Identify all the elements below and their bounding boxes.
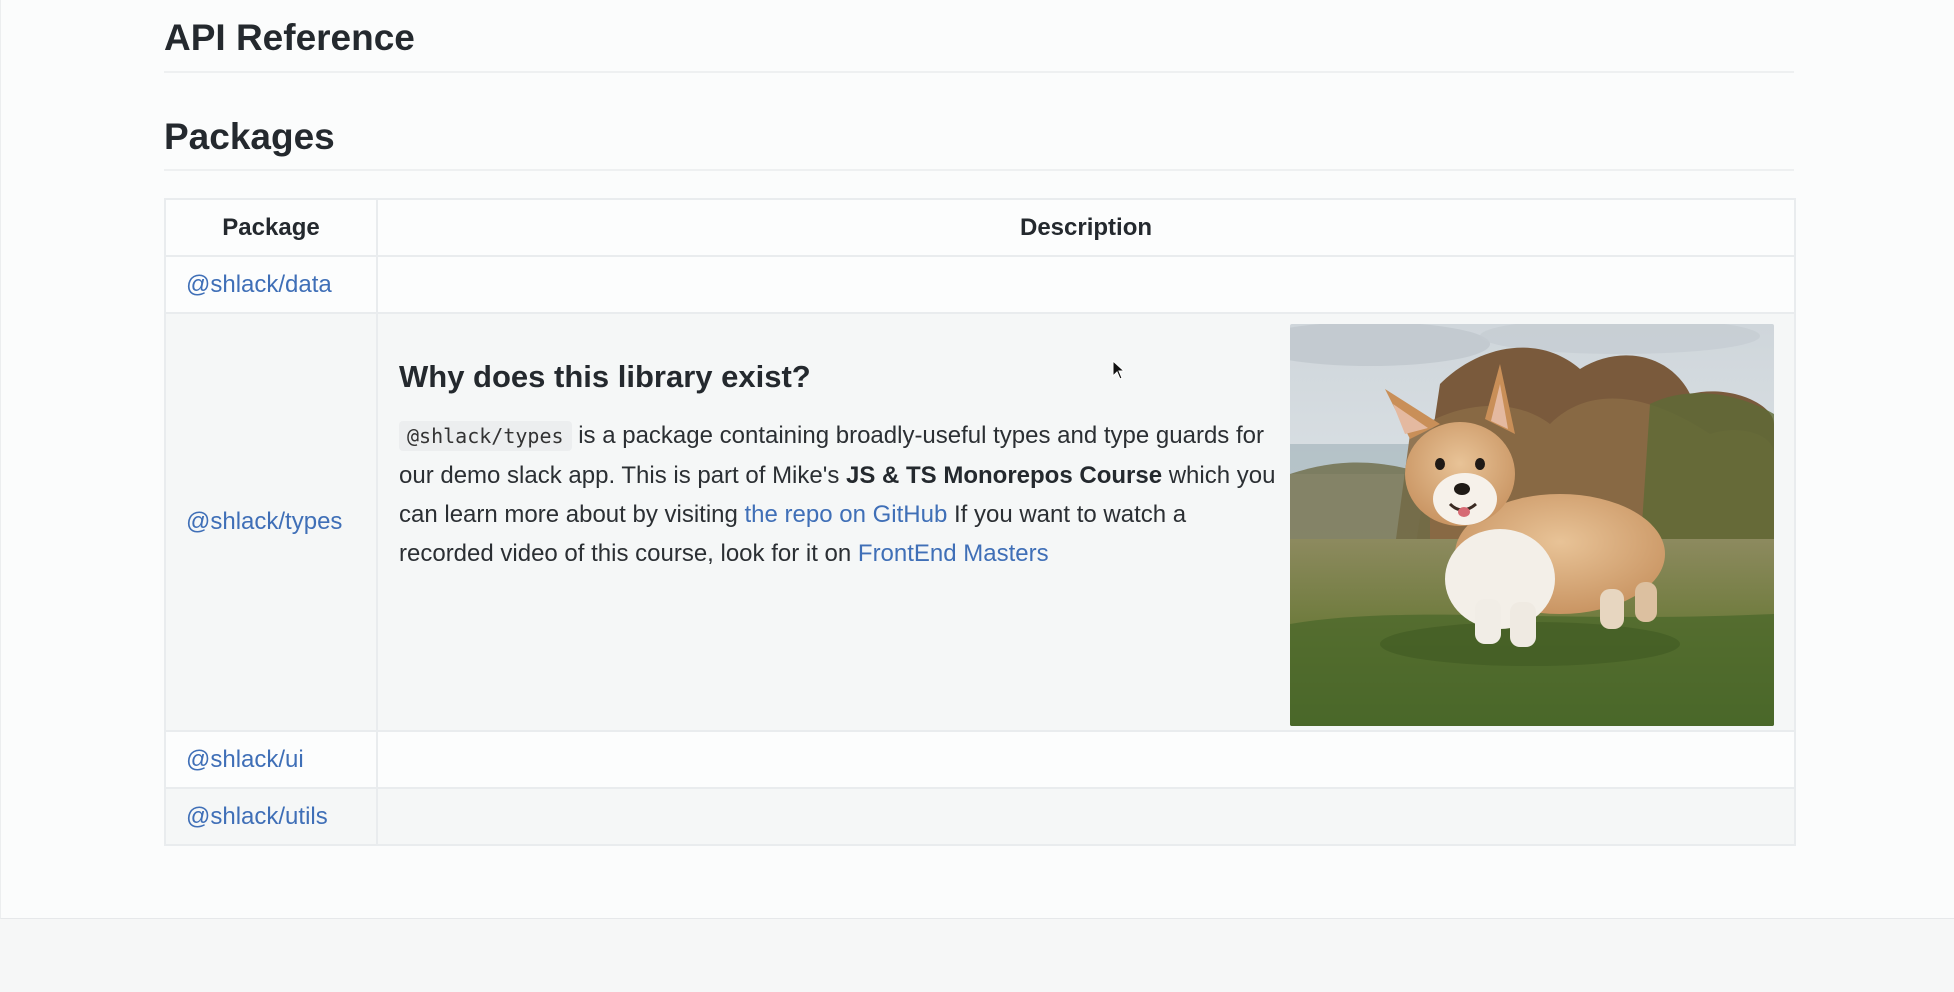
mouse-pointer-icon [1112, 360, 1126, 380]
packages-heading: Packages [164, 116, 335, 157]
description-cell: Why does this library exist? @shlack/typ… [376, 312, 1796, 732]
description-column-header: Description [376, 198, 1796, 257]
package-code: @shlack/types [399, 421, 572, 452]
description-cell [376, 255, 1796, 314]
package-link-data[interactable]: @shlack/data [186, 271, 332, 298]
heading-divider [164, 71, 1794, 73]
packages-table: Package Description @shlack/data @shlack… [164, 198, 1796, 846]
package-column-header: Package [164, 198, 378, 257]
table-header-row: Package Description [164, 198, 1796, 257]
package-cell: @shlack/utils [164, 787, 378, 846]
package-link-ui[interactable]: @shlack/ui [186, 746, 304, 773]
course-name: JS & TS Monorepos Course [846, 462, 1163, 490]
table-row: @shlack/types Why does this library exis… [164, 312, 1796, 732]
api-reference-heading: API Reference [164, 17, 415, 58]
description-paragraph: @shlack/types is a package containing br… [399, 416, 1279, 573]
corgi-image [1290, 324, 1774, 726]
types-description: Why does this library exist? @shlack/typ… [399, 359, 1279, 573]
corgi-photo [1290, 324, 1774, 726]
package-link-types[interactable]: @shlack/types [186, 508, 342, 535]
package-cell: @shlack/types [164, 312, 378, 732]
description-cell [376, 787, 1796, 846]
table-row: @shlack/data [164, 255, 1796, 314]
package-link-utils[interactable]: @shlack/utils [186, 803, 328, 830]
frontend-masters-link[interactable]: FrontEnd Masters [858, 540, 1049, 567]
table-row: @shlack/ui [164, 730, 1796, 789]
repo-link[interactable]: the repo on GitHub [745, 501, 948, 528]
description-heading: Why does this library exist? [399, 359, 811, 394]
description-cell [376, 730, 1796, 789]
package-cell: @shlack/ui [164, 730, 378, 789]
heading-divider [164, 169, 1794, 171]
readme-page: API Reference Packages Package Descripti… [0, 0, 1954, 919]
package-cell: @shlack/data [164, 255, 378, 314]
table-row: @shlack/utils [164, 787, 1796, 846]
